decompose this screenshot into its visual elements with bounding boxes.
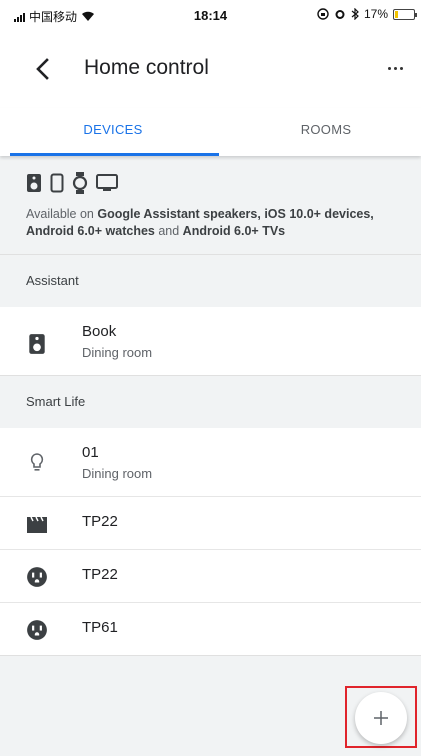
device-name: TP22: [82, 566, 118, 583]
tab-indicator: [10, 153, 219, 156]
availability-part3: Android 6.0+ TVs: [182, 224, 286, 238]
device-room: Dining room: [82, 345, 153, 360]
device-row-tp22-b[interactable]: TP22: [0, 550, 421, 602]
availability-part2: Android 6.0+ watches: [26, 224, 155, 238]
availability-prefix: Available on: [26, 207, 98, 221]
availability-connector: and: [154, 224, 183, 238]
more-options-button[interactable]: [381, 54, 409, 82]
availability-icons: [26, 172, 118, 194]
add-device-button[interactable]: [355, 692, 407, 744]
device-name: Book: [82, 323, 117, 340]
speaker-icon: [27, 174, 41, 192]
divider: [0, 655, 421, 656]
device-name: TP61: [82, 619, 118, 636]
availability-banner: Available on Google Assistant speakers, …: [0, 156, 421, 254]
rotation-lock-icon: [317, 8, 329, 20]
device-name: TP22: [82, 513, 118, 530]
plus-icon: [374, 711, 388, 725]
device-row-tp22-a[interactable]: TP22: [0, 497, 421, 549]
phone-icon: [50, 173, 64, 193]
availability-part1: Google Assistant speakers, iOS 10.0+ dev…: [97, 207, 374, 221]
tv-icon: [96, 174, 118, 191]
device-row-book[interactable]: Book Dining room: [0, 307, 421, 375]
status-right: 17%: [317, 7, 417, 21]
watch-icon: [72, 172, 88, 194]
bulb-icon: [30, 453, 44, 471]
outlet-icon: [27, 620, 47, 640]
alarm-icon: [335, 10, 345, 19]
status-bar: 中国移动 18:14 17%: [0, 0, 421, 30]
device-row-tp61[interactable]: TP61: [0, 603, 421, 655]
section-header-assistant: Assistant: [0, 255, 421, 307]
availability-text: Available on Google Assistant speakers, …: [26, 206, 411, 240]
tab-devices[interactable]: DEVICES: [8, 108, 218, 156]
content-area: Available on Google Assistant speakers, …: [0, 156, 421, 756]
speaker-icon: [29, 334, 45, 354]
outlet-icon: [27, 567, 47, 587]
back-arrow-icon: [36, 58, 49, 80]
tab-bar: DEVICES ROOMS: [0, 108, 421, 156]
device-row-01[interactable]: 01 Dining room: [0, 428, 421, 496]
bluetooth-icon: [351, 8, 359, 20]
page-title: Home control: [84, 56, 209, 79]
tab-rooms[interactable]: ROOMS: [221, 108, 421, 156]
more-horizontal-icon: [387, 66, 403, 70]
battery-icon: [393, 8, 417, 20]
app-header: Home control: [0, 40, 421, 100]
device-room: Dining room: [82, 466, 153, 481]
battery-percent: 17%: [363, 7, 388, 21]
back-button[interactable]: [28, 54, 58, 84]
clapperboard-icon: [27, 516, 47, 533]
section-header-smart-life: Smart Life: [0, 376, 421, 428]
device-name: 01: [82, 444, 99, 461]
